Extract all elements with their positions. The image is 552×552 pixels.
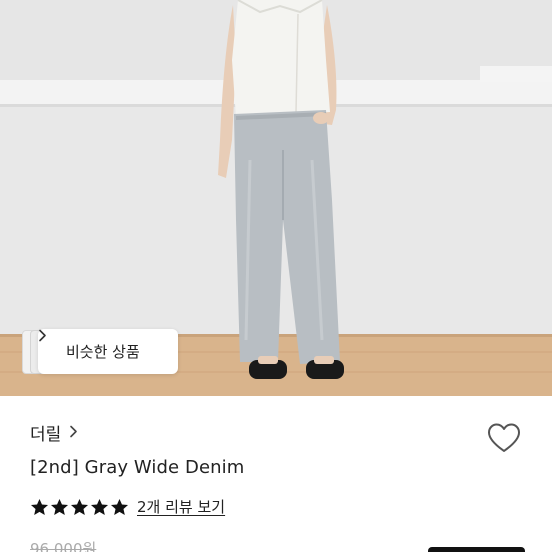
product-photo[interactable]: 비슷한 상품 <box>0 0 552 396</box>
star-filled-icon <box>70 498 89 515</box>
star-filled-icon <box>30 498 49 515</box>
shop-link[interactable]: 더릴 <box>30 420 78 445</box>
chevron-right-icon <box>69 424 78 442</box>
buy-button[interactable] <box>428 547 525 552</box>
similar-products-pill[interactable]: 비슷한 상품 <box>38 329 178 374</box>
product-info: 더릴 [2nd] Gray Wide Denim 2개 리뷰 보기 96,000… <box>0 396 552 552</box>
star-filled-icon <box>110 498 129 515</box>
star-rating <box>30 498 129 516</box>
star-filled-icon <box>90 498 109 515</box>
heart-outline-icon[interactable] <box>486 422 522 454</box>
product-title: [2nd] Gray Wide Denim <box>30 457 245 478</box>
reviews-link[interactable]: 2개 리뷰 보기 <box>137 496 225 517</box>
rating-row: 2개 리뷰 보기 <box>30 496 225 517</box>
shop-name[interactable]: 더릴 <box>30 420 61 445</box>
similar-products-button[interactable]: 비슷한 상품 <box>22 329 178 374</box>
similar-products-label: 비슷한 상품 <box>66 343 140 361</box>
original-price: 96,000원 <box>30 540 97 552</box>
star-filled-icon <box>50 498 69 515</box>
